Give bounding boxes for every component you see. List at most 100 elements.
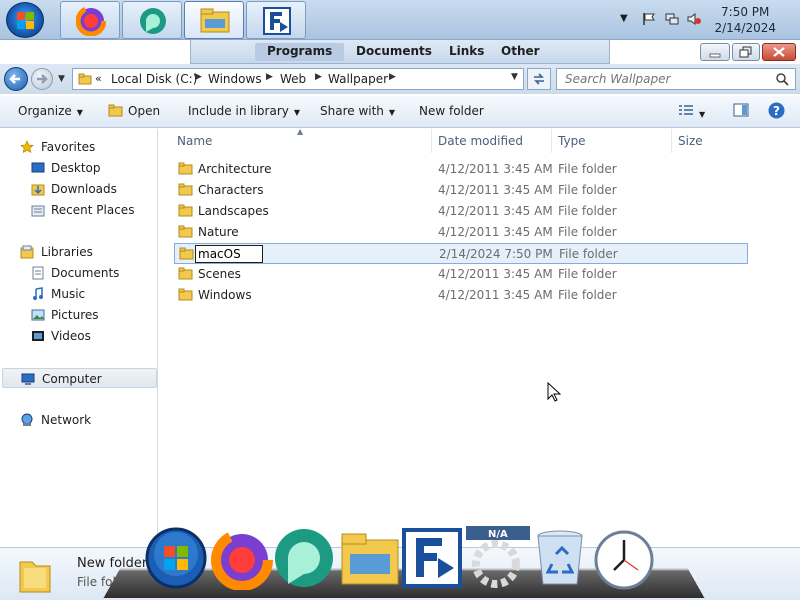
include-label: Include in library [188, 104, 289, 118]
restore-icon [739, 46, 752, 58]
dock-firefox[interactable] [210, 526, 274, 591]
column-header-date[interactable]: Date modified [438, 134, 523, 156]
file-type: File folder [559, 247, 618, 261]
nav-documents[interactable]: Documents [0, 263, 158, 283]
minimize-button[interactable] [700, 43, 730, 61]
breadcrumb-overflow[interactable]: « [95, 72, 102, 85]
taskbar-file-transfer-button[interactable] [246, 1, 306, 39]
nav-music[interactable]: Music [0, 284, 158, 304]
search-box[interactable] [556, 68, 796, 90]
breadcrumb-web[interactable]: Web [280, 72, 306, 86]
recycle-bin-icon [537, 530, 583, 585]
nav-downloads[interactable]: Downloads [0, 179, 158, 199]
chevron-down-icon: ▼ [76, 108, 83, 117]
nav-pictures-label: Pictures [51, 308, 99, 322]
breadcrumb-separator-icon[interactable]: ▶ [389, 72, 396, 82]
videos-icon [32, 331, 44, 341]
search-icon[interactable] [775, 72, 789, 86]
volume-muted-icon[interactable] [687, 12, 701, 26]
open-button[interactable]: Open [108, 104, 160, 118]
table-row-selected[interactable]: 2/14/2024 7:50 PM File folder [174, 243, 748, 264]
maximize-button[interactable] [732, 43, 760, 61]
file-type: File folder [558, 267, 617, 281]
rename-input[interactable] [195, 245, 263, 263]
dock-start-button[interactable] [144, 526, 208, 590]
share-with-button[interactable]: Share with ▼ [320, 104, 395, 118]
recent-pages-dropdown-icon[interactable]: ▼ [58, 74, 65, 84]
preview-pane-icon [733, 103, 749, 117]
taskbar-firefox-button[interactable] [60, 1, 120, 39]
breadcrumb-windows[interactable]: Windows [208, 72, 262, 86]
nav-downloads-label: Downloads [51, 182, 117, 196]
organize-button[interactable]: Organize ▼ [18, 104, 83, 118]
computer-icon [21, 373, 35, 385]
nav-desktop[interactable]: Desktop [0, 158, 158, 178]
column-divider[interactable] [551, 129, 552, 153]
navigation-row: ▼ « Local Disk (C:) ▶ Windows ▶ Web ▶ Wa… [0, 64, 800, 94]
column-divider[interactable] [431, 129, 432, 153]
change-view-button[interactable]: ▼ [678, 103, 705, 120]
help-button[interactable]: ? [768, 102, 785, 122]
menu-other[interactable]: Other [489, 43, 552, 61]
table-row[interactable]: Scenes 4/12/2011 3:45 AM File folder [174, 264, 748, 285]
dock-recycle-bin[interactable] [528, 526, 592, 590]
dock-file-transfer[interactable] [400, 526, 464, 590]
address-history-dropdown-icon[interactable]: ▼ [511, 72, 518, 82]
dock-green-app[interactable] [272, 526, 336, 590]
svg-text:?: ? [773, 104, 780, 118]
breadcrumb-local-disk[interactable]: Local Disk (C:) [111, 72, 197, 86]
nav-pictures[interactable]: Pictures [0, 305, 158, 325]
preview-pane-button[interactable] [733, 103, 749, 120]
taskbar-explorer-button[interactable] [184, 1, 244, 39]
nav-videos[interactable]: Videos [0, 326, 158, 346]
dock-unavailable-item[interactable]: N/A [466, 526, 530, 590]
file-name: Windows [198, 288, 252, 302]
table-row[interactable]: Characters 4/12/2011 3:45 AM File folder [174, 180, 748, 201]
column-header-name[interactable]: Name [177, 134, 212, 156]
breadcrumb-separator-icon[interactable]: ▶ [266, 72, 273, 82]
nav-recent-places[interactable]: Recent Places [0, 200, 158, 220]
column-header-size[interactable]: Size [678, 134, 703, 156]
table-row[interactable]: Architecture 4/12/2011 3:45 AM File fold… [174, 159, 748, 180]
network-globe-icon [21, 413, 33, 426]
include-in-library-button[interactable]: Include in library ▼ [188, 104, 300, 118]
taskbar-clock[interactable]: 7:50 PM 2/14/2024 [714, 4, 776, 36]
nav-libraries[interactable]: Libraries [0, 242, 158, 262]
action-center-flag-icon[interactable] [642, 12, 656, 26]
firefox-icon [76, 6, 106, 36]
file-list: Name ▲ Date modified Type Size Architect… [159, 127, 800, 547]
breadcrumb-separator-icon[interactable]: ▶ [315, 72, 322, 82]
refresh-button[interactable] [527, 68, 551, 90]
address-bar[interactable]: « Local Disk (C:) ▶ Windows ▶ Web ▶ Wall… [72, 68, 524, 90]
search-input[interactable] [565, 70, 765, 88]
breadcrumb-wallpaper[interactable]: Wallpaper [328, 72, 388, 86]
table-row[interactable]: Windows 4/12/2011 3:45 AM File folder [174, 285, 748, 306]
table-row[interactable]: Landscapes 4/12/2011 3:45 AM File folder [174, 201, 748, 222]
table-row[interactable]: Nature 4/12/2011 3:45 AM File folder [174, 222, 748, 243]
menu-programs[interactable]: Programs [255, 43, 345, 61]
start-button[interactable] [6, 2, 44, 38]
dock-explorer[interactable] [338, 526, 402, 590]
breadcrumb-separator-icon[interactable]: ▶ [195, 72, 202, 82]
new-folder-button[interactable]: New folder [419, 104, 484, 118]
column-divider[interactable] [671, 129, 672, 153]
nav-favorites[interactable]: Favorites [0, 137, 158, 157]
taskbar-green-app-button[interactable] [122, 1, 182, 39]
open-folder-icon [108, 104, 123, 117]
nav-computer[interactable]: Computer [2, 368, 157, 388]
menu-documents[interactable]: Documents [344, 43, 444, 61]
close-button[interactable] [762, 43, 796, 61]
dock-clock[interactable] [592, 526, 656, 590]
tray-expand-icon[interactable]: ▼ [620, 13, 634, 27]
forward-button[interactable] [31, 68, 53, 90]
clock-icon [594, 530, 654, 590]
file-date: 4/12/2011 3:45 AM [438, 288, 553, 302]
menu-links[interactable]: Links [437, 43, 496, 61]
back-button[interactable] [4, 67, 28, 91]
network-icon[interactable] [665, 12, 679, 26]
nav-libraries-label: Libraries [41, 245, 93, 259]
nav-network[interactable]: Network [0, 410, 158, 430]
star-icon [20, 140, 34, 154]
file-name: Architecture [198, 162, 272, 176]
column-header-type[interactable]: Type [558, 134, 586, 156]
